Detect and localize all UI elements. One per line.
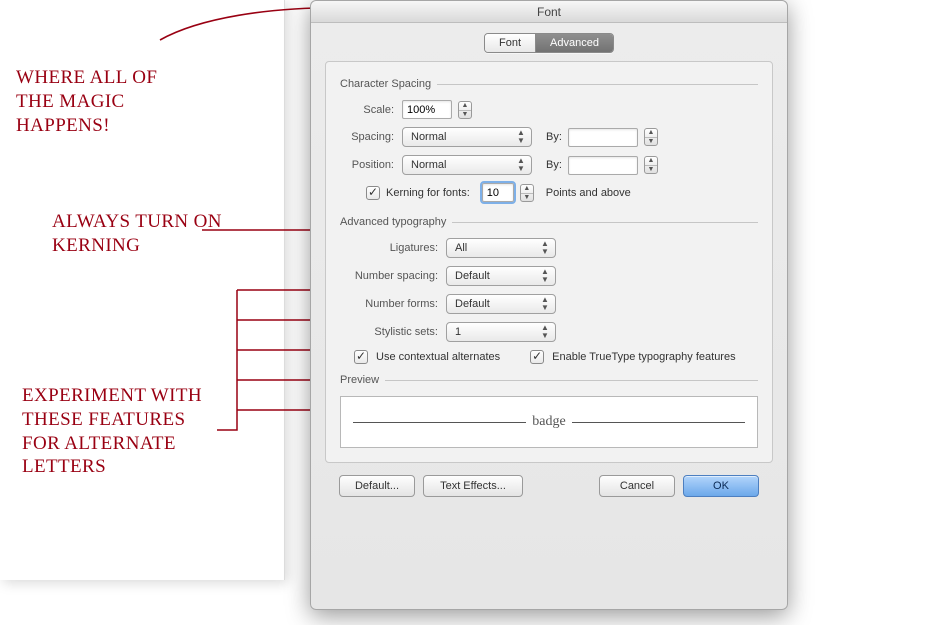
number-forms-label: Number forms: — [340, 298, 440, 310]
default-button[interactable]: Default... — [339, 475, 415, 497]
spacing-by-stepper[interactable]: ▲▼ — [644, 128, 658, 146]
kerning-stepper[interactable]: ▲▼ — [520, 184, 534, 202]
tab-bar: Font Advanced — [325, 33, 773, 53]
ligatures-label: Ligatures: — [340, 242, 440, 254]
truetype-features-label: Enable TrueType typography features — [552, 351, 735, 363]
position-by-stepper[interactable]: ▲▼ — [644, 156, 658, 174]
font-dialog: Font Font Advanced Character Spacing Sca… — [310, 0, 788, 610]
kerning-checkbox[interactable] — [366, 186, 380, 200]
scale-label: Scale: — [340, 104, 396, 116]
spacing-label: Spacing: — [340, 131, 396, 143]
advanced-panel: Character Spacing Scale: ▲▼ Spacing: Nor… — [325, 61, 773, 463]
group-advanced-typography: Advanced typography — [340, 216, 758, 228]
number-forms-select[interactable]: Default — [446, 294, 556, 314]
position-label: Position: — [340, 159, 396, 171]
spacing-by-input[interactable] — [568, 128, 638, 147]
position-by-input[interactable] — [568, 156, 638, 175]
ligatures-select[interactable]: All — [446, 238, 556, 258]
preview-sample-text: badge — [526, 414, 571, 430]
group-character-spacing: Character Spacing — [340, 78, 758, 90]
spacing-select[interactable]: Normal — [402, 127, 532, 147]
scale-stepper[interactable]: ▲▼ — [458, 101, 472, 119]
group-preview: Preview — [340, 374, 758, 386]
kerning-value-input[interactable] — [482, 183, 514, 202]
contextual-alternates-checkbox[interactable] — [354, 350, 368, 364]
number-spacing-label: Number spacing: — [340, 270, 440, 282]
truetype-features-checkbox[interactable] — [530, 350, 544, 364]
spacing-by-label: By: — [546, 131, 562, 143]
ok-button[interactable]: OK — [683, 475, 759, 497]
kerning-label: Kerning for fonts: — [386, 187, 470, 199]
document-page-background — [0, 0, 285, 580]
position-select[interactable]: Normal — [402, 155, 532, 175]
dialog-title: Font — [537, 5, 561, 19]
preview-box: badge — [340, 396, 758, 448]
tab-font[interactable]: Font — [485, 34, 535, 52]
stylistic-sets-label: Stylistic sets: — [340, 326, 440, 338]
position-by-label: By: — [546, 159, 562, 171]
stylistic-sets-select[interactable]: 1 — [446, 322, 556, 342]
contextual-alternates-label: Use contextual alternates — [376, 351, 500, 363]
text-effects-button[interactable]: Text Effects... — [423, 475, 523, 497]
kerning-suffix: Points and above — [546, 187, 631, 199]
scale-input[interactable] — [402, 100, 452, 119]
cancel-button[interactable]: Cancel — [599, 475, 675, 497]
tab-advanced[interactable]: Advanced — [535, 34, 613, 52]
number-spacing-select[interactable]: Default — [446, 266, 556, 286]
dialog-titlebar: Font — [311, 1, 787, 23]
